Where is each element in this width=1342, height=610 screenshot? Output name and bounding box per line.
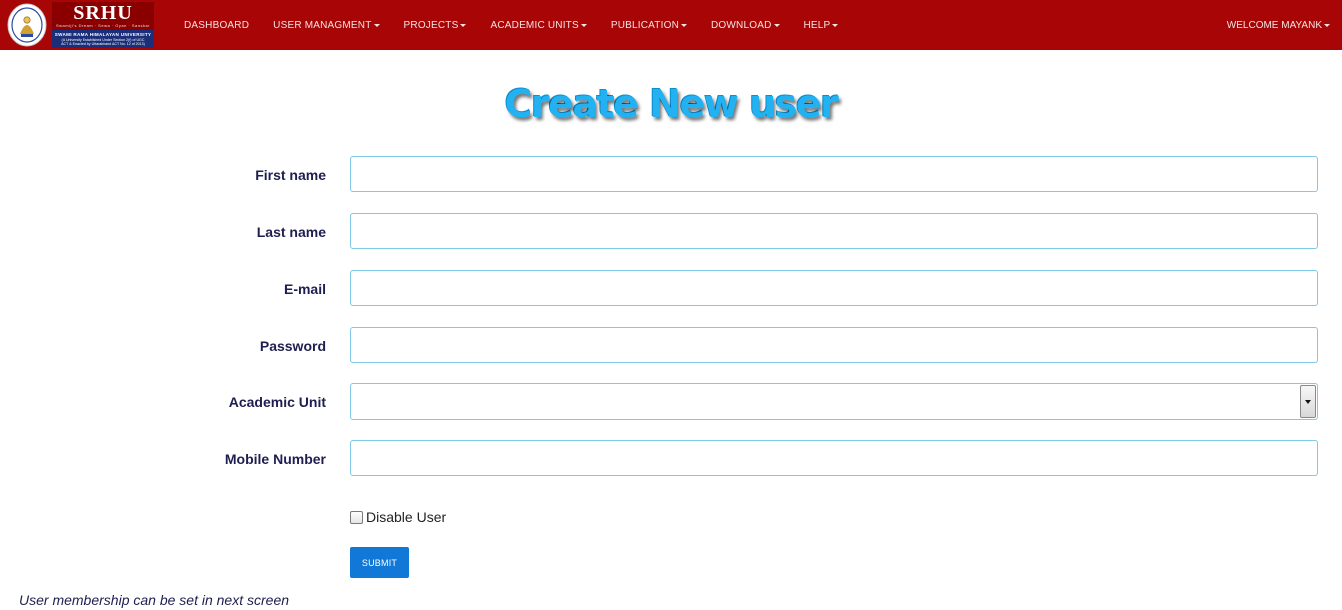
page-title: Create New user [504, 82, 839, 126]
nav-item-label: DOWNLOAD [711, 19, 772, 31]
nav-menu: DASHBOARD USER MANAGMENT PROJECTS ACADEM… [172, 0, 850, 50]
first-name-label: First name [255, 166, 326, 183]
nav-item-label: PUBLICATION [610, 19, 679, 31]
academic-unit-select[interactable] [350, 383, 1318, 420]
university-seal-icon [6, 2, 48, 48]
membership-note: User membership can be set in next scree… [19, 592, 290, 608]
nav-item-label: ACADEMIC UNITS [490, 19, 579, 31]
logo-tagline: Swamiji's Dream · Sewa · Gyan · Sanskar [55, 23, 151, 28]
first-name-row: First name [0, 156, 1342, 193]
nav-item-download[interactable]: DOWNLOAD [699, 0, 792, 50]
email-label: E-mail [283, 280, 326, 297]
nav-item-projects[interactable]: PROJECTS [392, 0, 479, 50]
welcome-label: WELCOME MAYANK [1226, 19, 1322, 31]
caret-down-icon [1324, 23, 1330, 27]
nav-item-academic-units[interactable]: ACADEMIC UNITS [478, 0, 598, 50]
disable-user-label[interactable]: Disable User [366, 509, 446, 525]
academic-unit-label: Academic Unit [228, 393, 326, 410]
password-input[interactable] [350, 327, 1318, 363]
caret-down-icon [460, 23, 467, 27]
top-navbar: SRHU Swamiji's Dream · Sewa · Gyan · San… [0, 0, 1342, 50]
submit-button[interactable]: SUBMIT [350, 547, 409, 578]
logo-title: SRHU [73, 2, 133, 24]
logo-sub-line-2: ACT & Enacted by Uttarakhand ACT No. 12 … [61, 42, 145, 46]
nav-item-label: USER MANAGMENT [273, 19, 372, 31]
srhu-logo[interactable]: SRHU Swamiji's Dream · Sewa · Gyan · San… [6, 2, 154, 48]
last-name-label: Last name [256, 223, 326, 240]
disable-user-checkbox[interactable] [350, 510, 363, 524]
nav-item-help[interactable]: HELP [792, 0, 851, 50]
mobile-number-row: Mobile Number [0, 440, 1342, 477]
last-name-input[interactable] [350, 213, 1318, 249]
logo-text-block: SRHU Swamiji's Dream · Sewa · Gyan · San… [52, 2, 154, 48]
password-label: Password [259, 337, 326, 354]
chevron-down-icon [1305, 399, 1311, 404]
disable-user-row: Disable User [350, 509, 446, 525]
logo-strip: SWAMI RAMA HIMALAYAN UNIVERSITY (A Unive… [52, 30, 154, 48]
caret-down-icon [832, 23, 839, 27]
user-menu[interactable]: WELCOME MAYANK [1227, 0, 1330, 50]
mobile-number-label: Mobile Number [224, 450, 326, 467]
nav-item-label: DASHBOARD [184, 19, 250, 31]
caret-down-icon [580, 23, 587, 27]
nav-item-publication[interactable]: PUBLICATION [599, 0, 699, 50]
first-name-input[interactable] [350, 156, 1318, 192]
email-row: E-mail [0, 270, 1342, 307]
caret-down-icon [681, 23, 687, 27]
password-row: Password [0, 327, 1342, 364]
nav-item-user-managment[interactable]: USER MANAGMENT [261, 0, 391, 50]
select-dropdown-button[interactable] [1300, 385, 1316, 418]
email-input[interactable] [350, 270, 1318, 306]
academic-unit-row: Academic Unit [0, 383, 1342, 420]
last-name-row: Last name [0, 213, 1342, 250]
caret-down-icon [373, 23, 380, 27]
mobile-number-input[interactable] [350, 440, 1318, 476]
nav-item-label: HELP [803, 19, 831, 31]
caret-down-icon [773, 23, 780, 27]
nav-item-label: PROJECTS [403, 19, 459, 31]
nav-item-dashboard[interactable]: DASHBOARD [172, 0, 261, 50]
